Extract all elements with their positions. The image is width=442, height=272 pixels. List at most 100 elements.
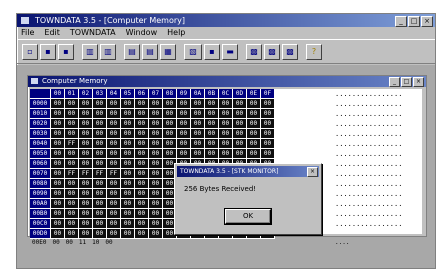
verify-icon[interactable]: ▩: [246, 43, 262, 60]
hex-cell[interactable]: 00: [148, 118, 163, 129]
hex-cell[interactable]: 00: [148, 188, 163, 199]
hex-cell[interactable]: 00: [134, 208, 149, 219]
menu-file[interactable]: File: [21, 27, 34, 39]
hex-cell[interactable]: 00: [78, 218, 93, 229]
compare-icon[interactable]: ▥: [100, 43, 116, 60]
new-icon[interactable]: ▫: [22, 43, 38, 60]
hex-cell[interactable]: 00: [64, 118, 79, 129]
menu-edit[interactable]: Edit: [44, 27, 60, 39]
hex-cell[interactable]: 00: [148, 108, 163, 119]
hex-cell[interactable]: 00: [204, 128, 219, 139]
hex-cell[interactable]: 00: [50, 108, 65, 119]
hex-cell[interactable]: 00: [204, 108, 219, 119]
hex-cell[interactable]: 00: [105, 239, 112, 246]
child-close-button[interactable]: ×: [413, 77, 424, 87]
erase-icon[interactable]: ▪: [204, 43, 220, 60]
hex-cell[interactable]: 00: [260, 98, 275, 109]
hex-cell[interactable]: 00: [176, 118, 191, 129]
hex-cell[interactable]: 00: [50, 118, 65, 129]
hex-cell[interactable]: 00: [50, 168, 65, 179]
hex-cell[interactable]: 00: [106, 108, 121, 119]
hex-cell[interactable]: 00: [218, 118, 233, 129]
hex-cell[interactable]: 00: [92, 188, 107, 199]
hex-cell[interactable]: 00: [176, 98, 191, 109]
hex-cell[interactable]: 00: [260, 128, 275, 139]
hex-cell[interactable]: 00: [106, 218, 121, 229]
hex-cell[interactable]: 00: [162, 148, 177, 159]
open-icon[interactable]: ▪: [40, 43, 56, 60]
hex-cell[interactable]: 00: [64, 98, 79, 109]
hex-cell[interactable]: 00: [50, 148, 65, 159]
hex-cell[interactable]: 00: [120, 158, 135, 169]
hex-cell[interactable]: 00: [176, 128, 191, 139]
hex-cell[interactable]: 00: [66, 239, 73, 246]
hex-cell[interactable]: 00: [232, 98, 247, 109]
hex-cell[interactable]: 00: [92, 218, 107, 229]
hex-cell[interactable]: 00: [50, 98, 65, 109]
hex-cell[interactable]: 00: [92, 108, 107, 119]
hex-cell[interactable]: 00: [50, 188, 65, 199]
hex-cell[interactable]: 00: [106, 158, 121, 169]
hex-cell[interactable]: 00: [134, 228, 149, 239]
hex-cell[interactable]: 00: [106, 128, 121, 139]
hex-cell[interactable]: 00: [78, 138, 93, 149]
hex-cell[interactable]: 00: [120, 188, 135, 199]
hex-cell[interactable]: 00: [246, 98, 261, 109]
hex-cell[interactable]: 00: [190, 108, 205, 119]
hex-cell[interactable]: 00: [78, 108, 93, 119]
hex-cell[interactable]: 00: [106, 98, 121, 109]
hex-cell[interactable]: 00: [232, 148, 247, 159]
hex-cell[interactable]: 00: [134, 148, 149, 159]
hex-cell[interactable]: 00: [134, 178, 149, 189]
hex-cell[interactable]: 00: [148, 168, 163, 179]
hex-cell[interactable]: 00: [204, 118, 219, 129]
hex-cell[interactable]: 00: [190, 148, 205, 159]
hex-cell[interactable]: 00: [260, 118, 275, 129]
hex-cell[interactable]: 00: [148, 198, 163, 209]
hex-cell[interactable]: 00: [78, 228, 93, 239]
hex-cell[interactable]: 00: [218, 138, 233, 149]
hex-cell[interactable]: 00: [106, 228, 121, 239]
hex-cell[interactable]: 00: [148, 178, 163, 189]
hex-cell[interactable]: 00: [148, 158, 163, 169]
hex-cell[interactable]: 00: [218, 128, 233, 139]
hex-cell[interactable]: 00: [78, 188, 93, 199]
hex-cell[interactable]: FF: [92, 168, 107, 179]
program-icon[interactable]: ▩: [264, 43, 280, 60]
hex-cell[interactable]: 11: [79, 239, 86, 246]
hex-cell[interactable]: 00: [260, 148, 275, 159]
hex-cell[interactable]: 00: [64, 158, 79, 169]
hex-cell[interactable]: 00: [92, 98, 107, 109]
hex-cell[interactable]: 00: [106, 138, 121, 149]
hex-cell[interactable]: 00: [120, 178, 135, 189]
device-icon[interactable]: ▦: [160, 43, 176, 60]
app-icon[interactable]: [21, 17, 29, 24]
hex-cell[interactable]: 00: [232, 138, 247, 149]
hex-cell[interactable]: 00: [78, 148, 93, 159]
hex-cell[interactable]: 00: [204, 148, 219, 159]
hex-cell[interactable]: 00: [162, 108, 177, 119]
hex-cell[interactable]: 00: [50, 228, 65, 239]
hex-cell[interactable]: 00: [50, 178, 65, 189]
ok-button[interactable]: OK: [225, 209, 271, 224]
hex-cell[interactable]: 00: [120, 138, 135, 149]
hex-cell[interactable]: 00: [92, 128, 107, 139]
hex-cell[interactable]: FF: [64, 138, 79, 149]
chip-icon[interactable]: ▧: [184, 43, 202, 60]
hex-cell[interactable]: 00: [50, 198, 65, 209]
minimize-button[interactable]: _: [395, 16, 407, 27]
hex-cell[interactable]: 00: [64, 188, 79, 199]
hex-cell[interactable]: 00: [78, 118, 93, 129]
hex-cell[interactable]: 00: [92, 198, 107, 209]
hex-cell[interactable]: 00: [232, 128, 247, 139]
hex-cell[interactable]: 00: [78, 158, 93, 169]
hex-cell[interactable]: 00: [134, 218, 149, 229]
hex-cell[interactable]: 00: [120, 208, 135, 219]
hex-cell[interactable]: FF: [78, 168, 93, 179]
hex-cell[interactable]: 00: [120, 148, 135, 159]
hex-cell[interactable]: 00: [64, 108, 79, 119]
hex-cell[interactable]: 00: [162, 118, 177, 129]
hex-cell[interactable]: 00: [92, 178, 107, 189]
hex-cell[interactable]: 00: [134, 108, 149, 119]
hex-cell[interactable]: 00: [246, 118, 261, 129]
